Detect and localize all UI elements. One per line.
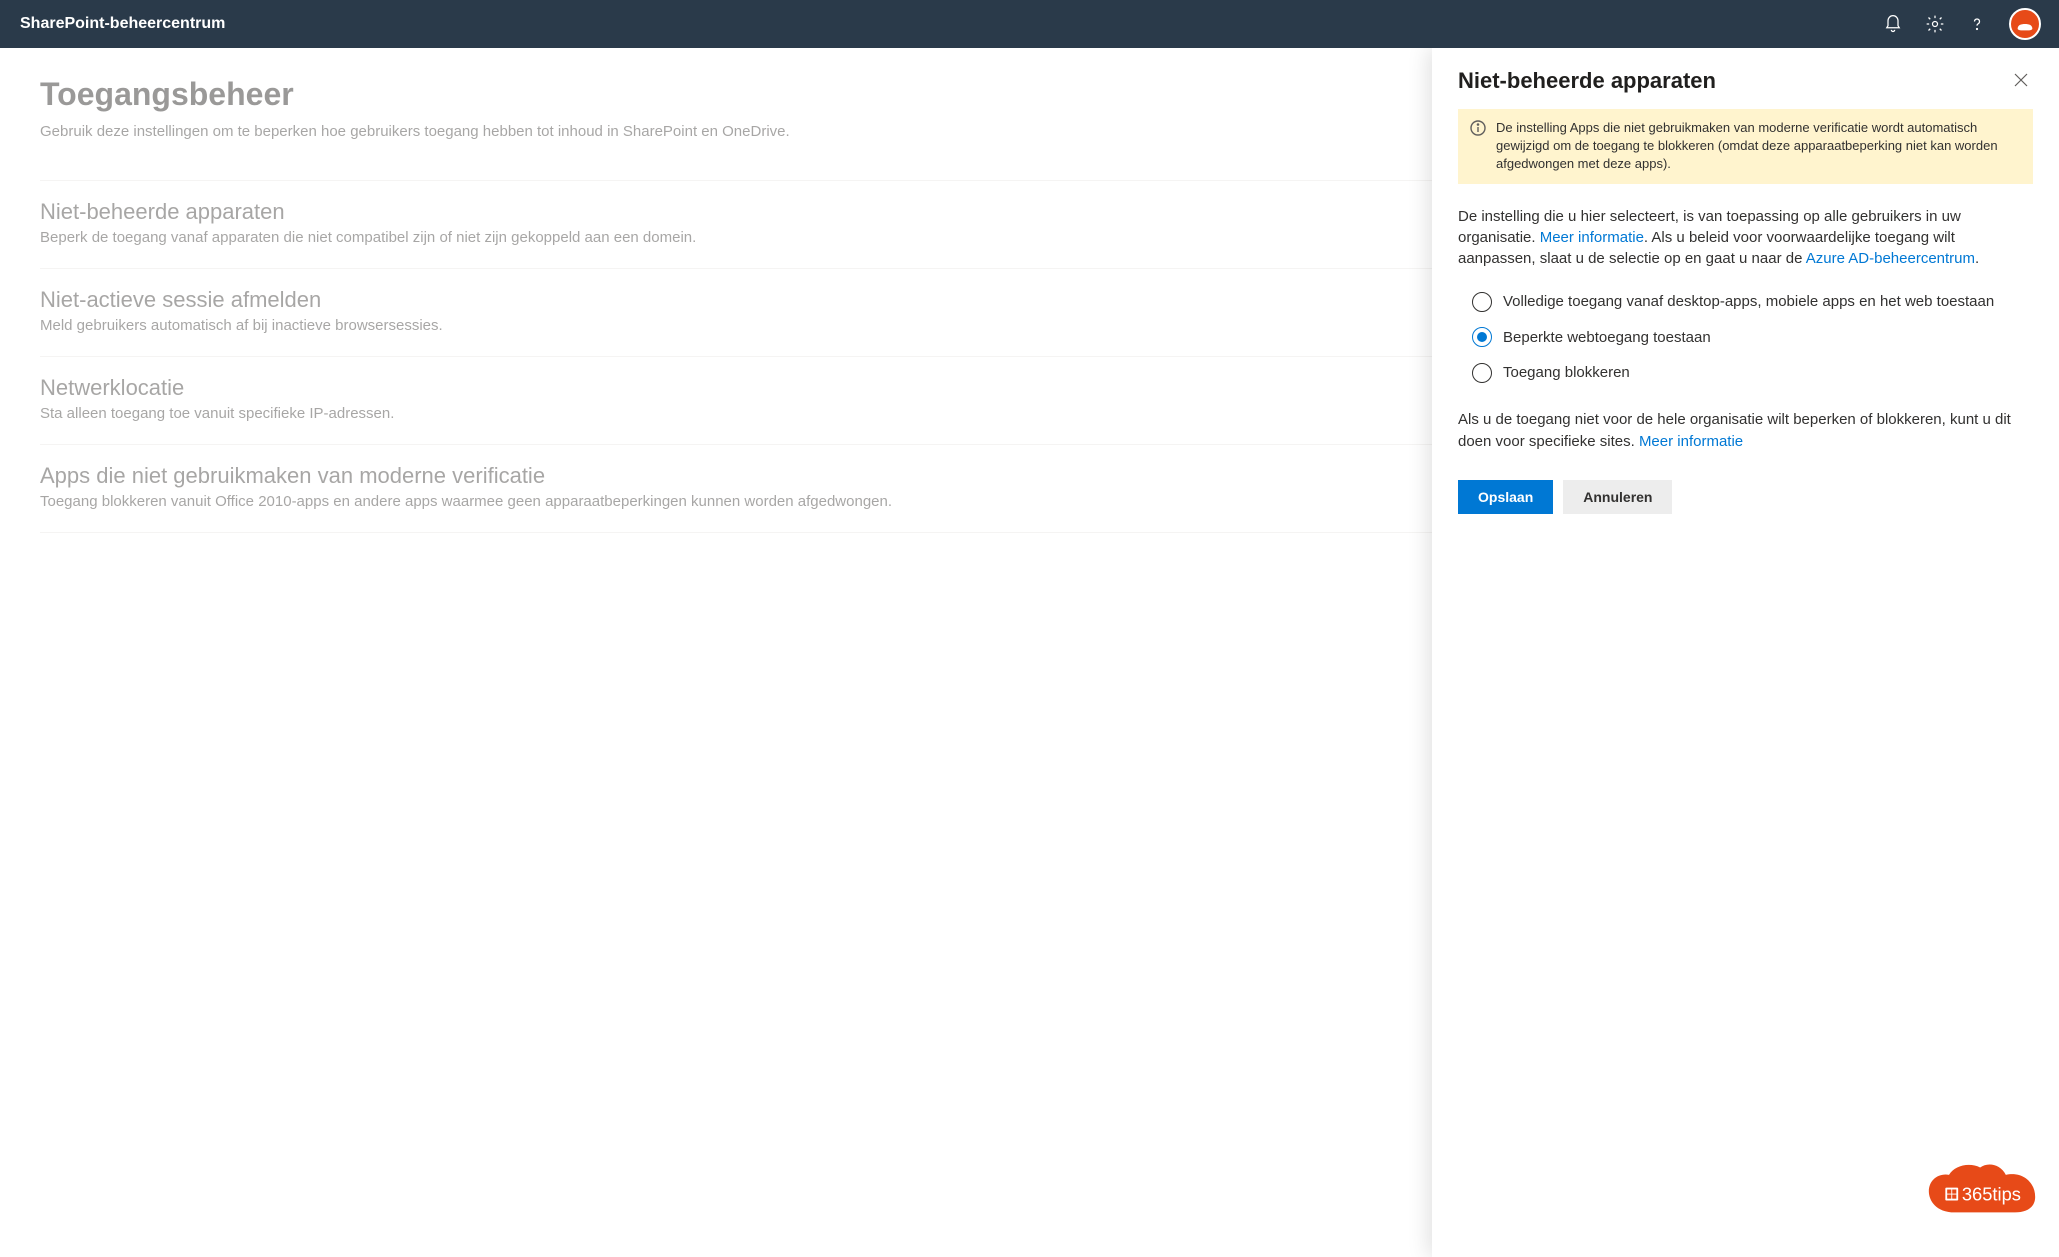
radio-group: Volledige toegang vanaf desktop-apps, mo…	[1472, 291, 2033, 383]
panel-actions: Opslaan Annuleren	[1458, 480, 2033, 514]
radio-icon	[1472, 327, 1492, 347]
side-panel: Niet-beheerde apparaten De instelling Ap…	[1432, 48, 2059, 1257]
info-banner: De instelling Apps die niet gebruikmaken…	[1458, 109, 2033, 184]
radio-label: Volledige toegang vanaf desktop-apps, mo…	[1503, 291, 1994, 312]
help-icon[interactable]	[1967, 14, 1987, 34]
azure-ad-link[interactable]: Azure AD-beheercentrum	[1806, 250, 1975, 267]
radio-option-limited-web[interactable]: Beperkte webtoegang toestaan	[1472, 327, 2033, 348]
info-icon	[1470, 120, 1486, 141]
panel-title: Niet-beheerde apparaten	[1458, 68, 1716, 94]
workspace: Toegangsbeheer Gebruik deze instellingen…	[0, 48, 2059, 1257]
app-title: SharePoint-beheercentrum	[20, 15, 225, 33]
avatar[interactable]	[2009, 8, 2041, 40]
top-bar: SharePoint-beheercentrum	[0, 0, 2059, 48]
radio-option-block[interactable]: Toegang blokkeren	[1472, 362, 2033, 383]
radio-icon	[1472, 363, 1492, 383]
radio-option-full-access[interactable]: Volledige toegang vanaf desktop-apps, mo…	[1472, 291, 2033, 312]
cancel-button[interactable]: Annuleren	[1563, 480, 1672, 514]
close-icon[interactable]	[2009, 68, 2033, 97]
save-button[interactable]: Opslaan	[1458, 480, 1553, 514]
panel-body: De instelling die u hier selecteert, is …	[1458, 206, 2033, 514]
panel-intro: De instelling die u hier selecteert, is …	[1458, 206, 2033, 270]
more-info-link-2[interactable]: Meer informatie	[1639, 433, 1743, 450]
intro-text-3: .	[1975, 250, 1979, 267]
gear-icon[interactable]	[1925, 14, 1945, 34]
brand-text: 365tips	[1962, 1184, 2021, 1205]
notifications-icon[interactable]	[1883, 14, 1903, 34]
brand-logo[interactable]: 365tips	[1927, 1162, 2037, 1235]
more-info-link[interactable]: Meer informatie	[1540, 229, 1644, 246]
radio-label: Beperkte webtoegang toestaan	[1503, 327, 1711, 348]
panel-header: Niet-beheerde apparaten	[1458, 68, 2033, 97]
info-banner-text: De instelling Apps die niet gebruikmaken…	[1496, 119, 2021, 174]
panel-footnote: Als u de toegang niet voor de hele organ…	[1458, 409, 2033, 452]
radio-icon	[1472, 292, 1492, 312]
radio-label: Toegang blokkeren	[1503, 362, 1630, 383]
topbar-actions	[1883, 8, 2041, 40]
